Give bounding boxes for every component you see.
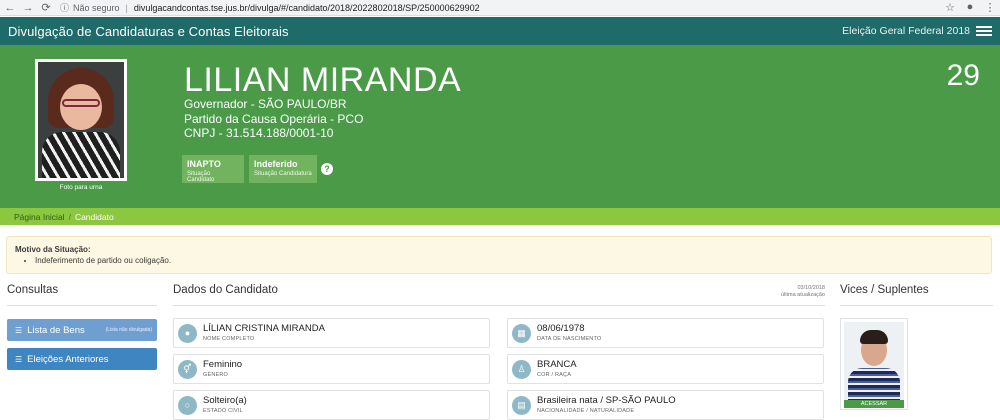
divider xyxy=(7,305,157,306)
user-icon: ● xyxy=(178,324,197,343)
last-update: 03/10/2018 última atualização xyxy=(760,285,825,299)
divider xyxy=(173,305,825,306)
account-icon[interactable]: ● xyxy=(960,1,980,14)
candidate-name: LILIAN MIRANDA xyxy=(184,61,462,99)
field-card: ● LÍLIAN CRISTINA MIRANDA NOME COMPLETO xyxy=(173,318,490,348)
status-label: Situação Candidato xyxy=(187,171,215,183)
field-value: Feminino xyxy=(203,359,243,370)
field-label: ESTADO CIVIL xyxy=(203,408,243,414)
candidate-party: Partido da Causa Operária - PCO xyxy=(184,111,364,126)
vices-title: Vices / Suplentes xyxy=(840,284,929,296)
breadcrumb-home[interactable]: Página Inicial xyxy=(14,212,65,222)
ring-icon: ○ xyxy=(178,396,197,415)
field-value: LÍLIAN CRISTINA MIRANDA xyxy=(203,323,325,334)
field-label: COR / RAÇA xyxy=(537,372,572,378)
forward-icon[interactable]: → xyxy=(20,0,36,16)
field-value: 08/06/1978 xyxy=(537,323,585,334)
field-card: ♙ BRANCA COR / RAÇA xyxy=(507,354,824,384)
field-label: GÊNERO xyxy=(203,372,229,378)
divider xyxy=(840,305,993,306)
separator: | xyxy=(125,2,128,13)
status-value: INAPTO xyxy=(187,159,221,169)
candidacy-label: Situação Candidatura xyxy=(254,171,312,177)
gender-icon: ⚥ xyxy=(178,360,197,379)
candidacy-value: Indeferido xyxy=(254,159,298,169)
breadcrumb-current: Candidato xyxy=(74,211,114,222)
candidacy-badge: Indeferido Situação Candidatura xyxy=(249,155,317,183)
alert-title: Motivo da Situação: xyxy=(15,245,91,254)
field-label: DATA DE NASCIMENTO xyxy=(537,336,602,342)
browser-bar: ← → ⟳ ⓘ Não seguro | divulgacandcontas.t… xyxy=(0,0,1000,16)
field-card: ▦ 08/06/1978 DATA DE NASCIMENTO xyxy=(507,318,824,348)
election-label: Eleição Geral Federal 2018 xyxy=(842,25,970,37)
candidate-cnpj: CNPJ - 31.514.188/0001-10 xyxy=(184,126,334,140)
field-card: ⚥ Feminino GÊNERO xyxy=(173,354,490,384)
candidate-header: Foto para urna LILIAN MIRANDA Governador… xyxy=(0,45,1000,208)
field-value: Solteiro(a) xyxy=(203,395,247,406)
lista-bens-note: (Lista não divulgada) xyxy=(105,327,152,333)
situation-alert: Motivo da Situação: Indeferimento de par… xyxy=(6,236,992,274)
field-card: ○ Solteiro(a) ESTADO CIVIL xyxy=(173,390,490,420)
menu-dots-icon[interactable]: ⋮ xyxy=(980,1,1000,14)
back-icon[interactable]: ← xyxy=(2,0,18,16)
field-label: NOME COMPLETO xyxy=(203,336,255,342)
site-title[interactable]: Divulgação de Candidaturas e Contas Elei… xyxy=(8,24,289,39)
reload-icon[interactable]: ⟳ xyxy=(38,0,54,16)
consultas-title: Consultas xyxy=(7,284,59,296)
vice-photo xyxy=(844,322,904,400)
lista-bens-label: Lista de Bens xyxy=(27,324,85,336)
status-badge: INAPTO Situação Candidato xyxy=(182,155,244,183)
access-button[interactable]: ACESSAR xyxy=(844,400,904,408)
star-icon[interactable]: ☆ xyxy=(940,1,960,14)
list-icon: ☰ xyxy=(15,354,23,364)
field-value: BRANCA xyxy=(537,359,577,370)
update-date: 03/10/2018 xyxy=(797,285,825,291)
url-text[interactable]: divulgacandcontas.tse.jus.br/divulga/#/c… xyxy=(134,3,480,13)
candidate-photo xyxy=(35,59,127,181)
field-card: ▤ Brasileira nata / SP-SÃO PAULO NACIONA… xyxy=(507,390,824,420)
lista-bens-button[interactable]: ☰ Lista de Bens (Lista não divulgada) xyxy=(7,319,157,341)
dados-title: Dados do Candidato xyxy=(173,284,278,296)
eleicoes-anteriores-button[interactable]: ☰ Eleições Anteriores xyxy=(7,348,157,370)
photo-caption: Foto para urna xyxy=(59,184,103,191)
candidate-office: Governador - SÃO PAULO/BR xyxy=(184,97,347,111)
eleicoes-anteriores-label: Eleições Anteriores xyxy=(27,353,109,365)
field-value: Brasileira nata / SP-SÃO PAULO xyxy=(537,395,676,406)
info-icon[interactable]: ⓘ xyxy=(60,1,69,14)
address-bar[interactable]: ⓘ Não seguro | divulgacandcontas.tse.jus… xyxy=(60,1,480,15)
help-icon[interactable]: ? xyxy=(321,163,333,175)
field-label: NACIONALIDADE / NATURALIDADE xyxy=(537,408,635,414)
calendar-icon: ▦ xyxy=(512,324,531,343)
alert-reason: Indeferimento de partido ou coligação. xyxy=(35,256,983,265)
breadcrumb-separator: / xyxy=(68,211,71,222)
map-icon: ▤ xyxy=(512,396,531,415)
list-icon: ☰ xyxy=(15,325,23,335)
candidate-number: 29 xyxy=(946,59,980,92)
update-label: última atualização xyxy=(780,292,825,298)
top-navbar: Divulgação de Candidaturas e Contas Elei… xyxy=(0,17,1000,45)
person-icon: ♙ xyxy=(512,360,531,379)
candidate-info: Governador - SÃO PAULO/BR Partido da Cau… xyxy=(184,97,363,141)
hamburger-menu-icon[interactable] xyxy=(976,26,992,36)
vice-card[interactable]: ACESSAR xyxy=(840,318,908,410)
insecure-label: Não seguro xyxy=(73,2,120,13)
breadcrumb: Página Inicial / Candidato xyxy=(0,208,1000,225)
